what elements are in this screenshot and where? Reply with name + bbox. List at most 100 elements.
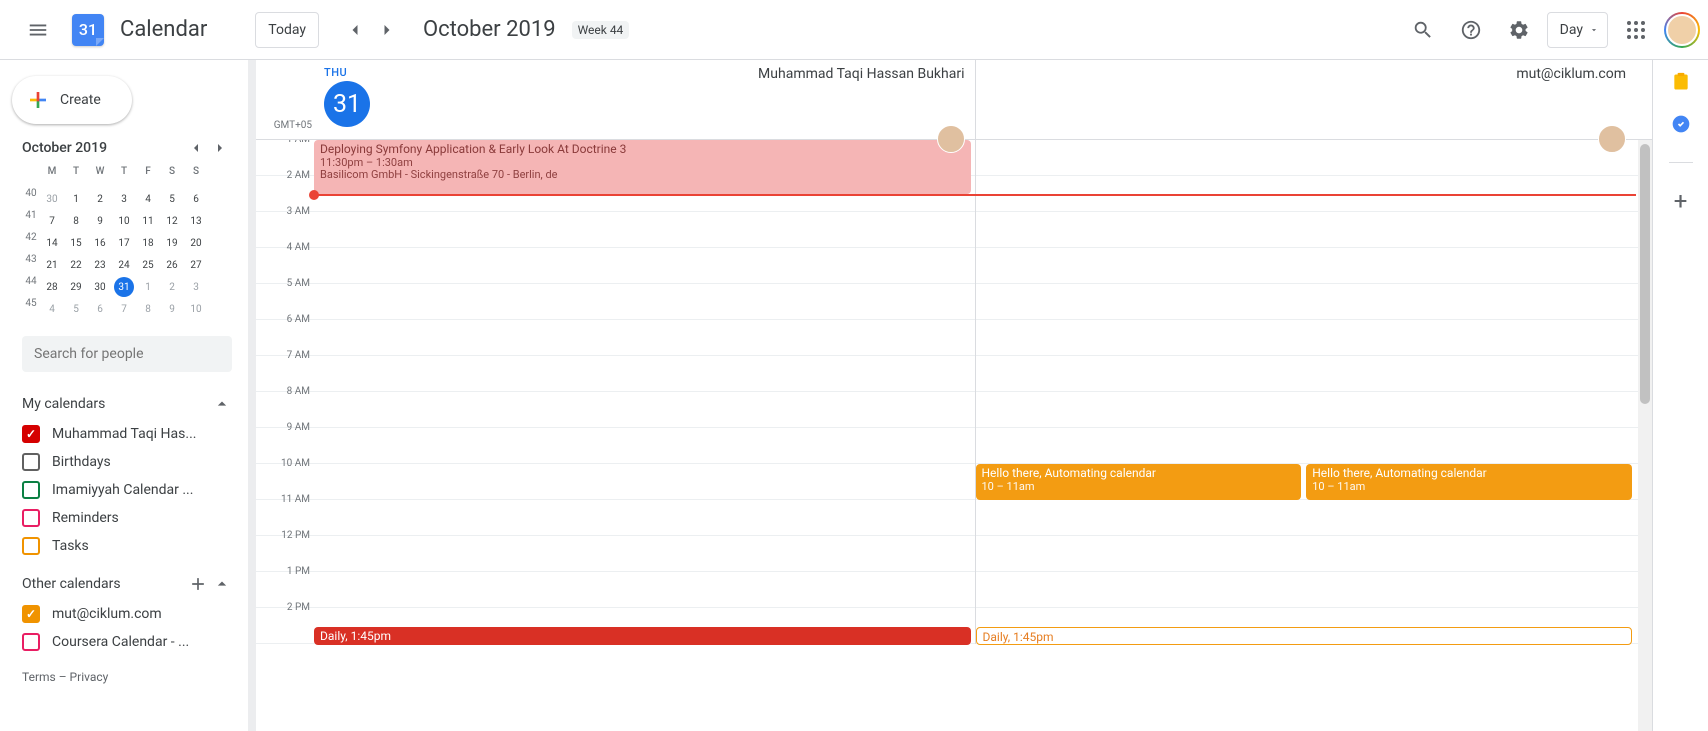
mini-cal-cell[interactable]: 3 [184,276,208,298]
footer-links[interactable]: Terms – Privacy [0,660,248,694]
calendar-label: Coursera Calendar - ... [52,634,189,650]
mini-cal-cell[interactable]: 10 [184,298,208,320]
calendar-item[interactable]: Coursera Calendar - ... [22,628,232,656]
mini-cal-cell[interactable]: 3 [112,188,136,210]
calendar-checkbox[interactable] [22,605,40,623]
my-calendars-toggle[interactable]: My calendars [22,388,232,420]
calendar-checkbox[interactable] [22,453,40,471]
calendar-item[interactable]: Reminders [22,504,232,532]
next-period-button[interactable] [371,14,403,46]
mini-cal-cell[interactable]: 4 [136,188,160,210]
mini-cal-cell[interactable]: 27 [184,254,208,276]
calendar-item[interactable]: Muhammad Taqi Has... [22,420,232,448]
mini-cal-cell[interactable]: 8 [136,298,160,320]
column-avatar[interactable] [937,125,965,153]
prev-period-button[interactable] [339,14,371,46]
mini-cal-cell[interactable]: 1 [136,276,160,298]
sidebar-resize-handle[interactable] [248,60,256,731]
mini-cal-cell[interactable]: 2 [160,276,184,298]
calendar-checkbox[interactable] [22,633,40,651]
mini-cal-cell[interactable]: 30 [88,276,112,298]
calendar-checkbox[interactable] [22,509,40,527]
account-avatar[interactable] [1664,12,1700,48]
mini-cal-cell[interactable]: 13 [184,210,208,232]
calendar-item[interactable]: Tasks [22,532,232,560]
calendar-label: Muhammad Taqi Has... [52,426,196,442]
get-addons-icon[interactable]: + [1674,187,1688,215]
calendar-event[interactable]: Hello there, Automating calendar10 – 11a… [976,464,1302,500]
day-number[interactable]: 31 [324,81,370,127]
mini-cal-cell[interactable]: 5 [64,298,88,320]
mini-cal-cell[interactable]: 4 [40,298,64,320]
column-avatar[interactable] [1598,125,1626,153]
mini-cal-cell[interactable]: 28 [40,276,64,298]
mini-cal-cell[interactable]: 7 [112,298,136,320]
mini-cal-cell[interactable]: 18 [136,232,160,254]
menu-icon[interactable] [16,8,60,52]
mini-cal-cell[interactable]: 23 [88,254,112,276]
calendar-event[interactable]: Daily, 1:45pm [976,627,1633,645]
mini-cal-cell[interactable]: 30 [40,188,64,210]
mini-cal-cell[interactable]: 29 [64,276,88,298]
mini-cal-cell[interactable]: 9 [88,210,112,232]
mini-cal-cell: T [112,166,136,188]
mini-cal-cell[interactable]: 20 [184,232,208,254]
mini-cal-cell[interactable]: 5 [160,188,184,210]
calendar-checkbox[interactable] [22,537,40,555]
calendar-event[interactable]: Daily, 1:45pm [314,627,971,645]
mini-cal-cell[interactable]: 1 [64,188,88,210]
mini-cal-cell[interactable]: 6 [184,188,208,210]
mini-cal-cell: M [40,166,64,188]
calendar-item[interactable]: mut@ciklum.com [22,600,232,628]
mini-cal-cell[interactable]: 9 [160,298,184,320]
mini-cal-cell[interactable]: 6 [88,298,112,320]
mini-cal-cell[interactable]: 16 [88,232,112,254]
calendar-event[interactable]: Deploying Symfony Application & Early Lo… [314,140,971,194]
keep-icon[interactable] [1671,72,1691,96]
google-apps-icon[interactable] [1616,10,1656,50]
help-icon[interactable] [1451,10,1491,50]
mini-next-button[interactable] [208,136,232,160]
hour-label: 5 AM [256,278,310,289]
mini-prev-button[interactable] [184,136,208,160]
create-button[interactable]: Create [12,76,132,124]
mini-cal-cell[interactable]: 7 [40,210,64,232]
mini-cal-cell[interactable]: 14 [40,232,64,254]
day-column[interactable]: Deploying Symfony Application & Early Lo… [314,140,975,644]
hour-label: 9 AM [256,422,310,433]
mini-cal-cell[interactable]: 19 [160,232,184,254]
mini-cal-cell[interactable]: 12 [160,210,184,232]
calendar-checkbox[interactable] [22,425,40,443]
search-icon[interactable] [1403,10,1443,50]
calendar-label: Reminders [52,510,119,526]
search-people-field[interactable] [34,346,220,362]
mini-cal-cell[interactable]: 2 [88,188,112,210]
mini-cal-cell[interactable]: 21 [40,254,64,276]
calendar-item[interactable]: Imamiyyah Calendar ... [22,476,232,504]
add-calendar-icon[interactable] [188,574,208,594]
scrollbar-thumb[interactable] [1640,144,1650,404]
settings-icon[interactable] [1499,10,1539,50]
tasks-icon[interactable] [1671,114,1691,138]
view-switcher[interactable]: Day [1547,12,1608,48]
other-calendars-toggle[interactable]: Other calendars [22,568,232,600]
vertical-scrollbar[interactable] [1638,140,1652,731]
mini-cal-cell[interactable]: 26 [160,254,184,276]
mini-cal-cell[interactable]: 10 [112,210,136,232]
calendar-item[interactable]: Birthdays [22,448,232,476]
mini-cal-cell[interactable]: 25 [136,254,160,276]
mini-cal-cell: S [160,166,184,188]
search-people-input[interactable] [22,336,232,372]
mini-cal-cell[interactable]: 8 [64,210,88,232]
today-button[interactable]: Today [255,12,319,48]
mini-cal-cell[interactable]: 24 [112,254,136,276]
mini-cal-cell[interactable]: 22 [64,254,88,276]
mini-cal-cell[interactable]: 11 [136,210,160,232]
day-column[interactable]: Hello there, Automating calendar10 – 11a… [975,140,1637,644]
mini-cal-cell[interactable]: 15 [64,232,88,254]
calendar-checkbox[interactable] [22,481,40,499]
hour-label: 1 PM [256,566,310,577]
mini-cal-cell[interactable]: 31 [112,276,136,298]
calendar-event[interactable]: Hello there, Automating calendar10 – 11a… [1306,464,1632,500]
mini-cal-cell[interactable]: 17 [112,232,136,254]
